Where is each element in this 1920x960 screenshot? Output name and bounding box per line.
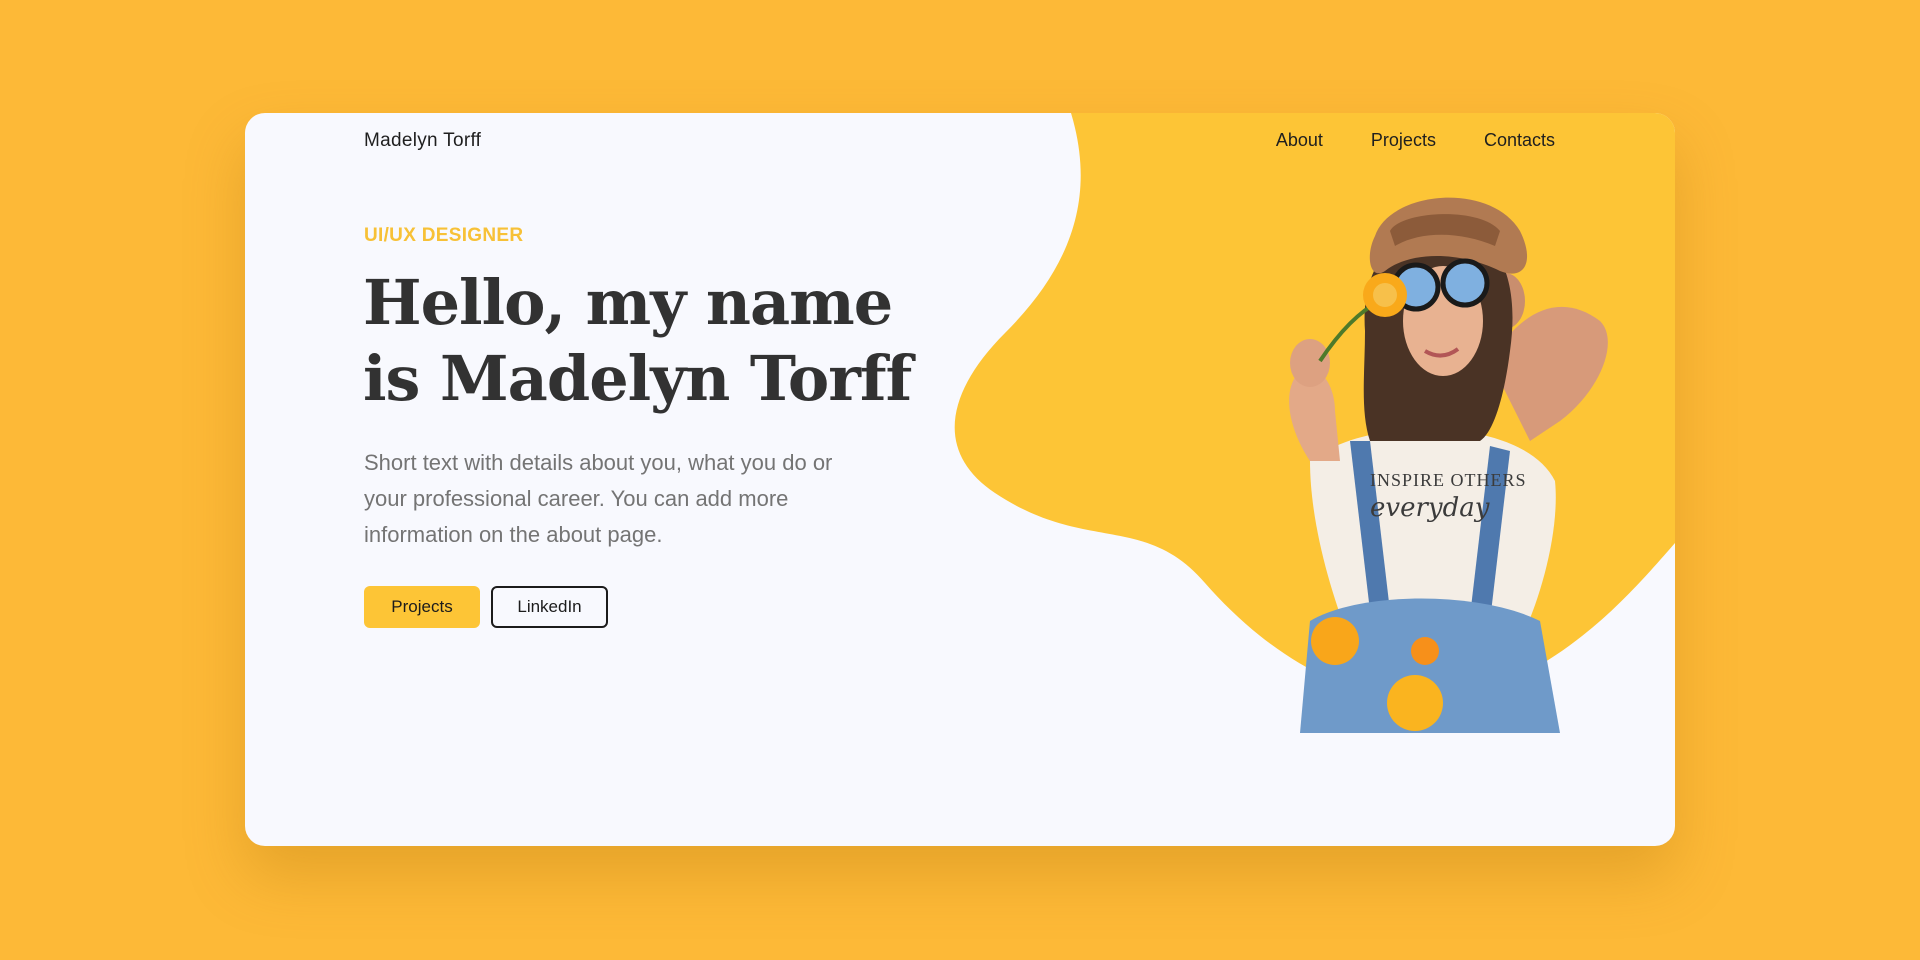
nav-link-about[interactable]: About xyxy=(1276,130,1323,151)
hero-intro: Short text with details about you, what … xyxy=(364,450,833,547)
projects-button[interactable]: Projects xyxy=(364,586,480,628)
nav-link-projects[interactable]: Projects xyxy=(1371,130,1436,151)
shirt-print-script: everyday xyxy=(1370,493,1490,523)
hero-headline: Hello, my name is Madelyn Torff xyxy=(363,266,912,415)
linkedin-button[interactable]: LinkedIn xyxy=(491,586,608,628)
main-nav: About Projects Contacts xyxy=(1276,130,1555,151)
hero-card: Madelyn Torff About Projects Contacts UI… xyxy=(245,113,1675,846)
role-eyebrow: UI/UX DESIGNER xyxy=(364,225,524,246)
nav-link-contacts[interactable]: Contacts xyxy=(1484,130,1555,151)
brand-logo[interactable]: Madelyn Torff xyxy=(364,130,481,152)
shirt-print-top: INSPIRE OTHERS xyxy=(1370,470,1527,490)
portrait-illustration: INSPIRE OTHERS everyday xyxy=(1289,197,1608,733)
